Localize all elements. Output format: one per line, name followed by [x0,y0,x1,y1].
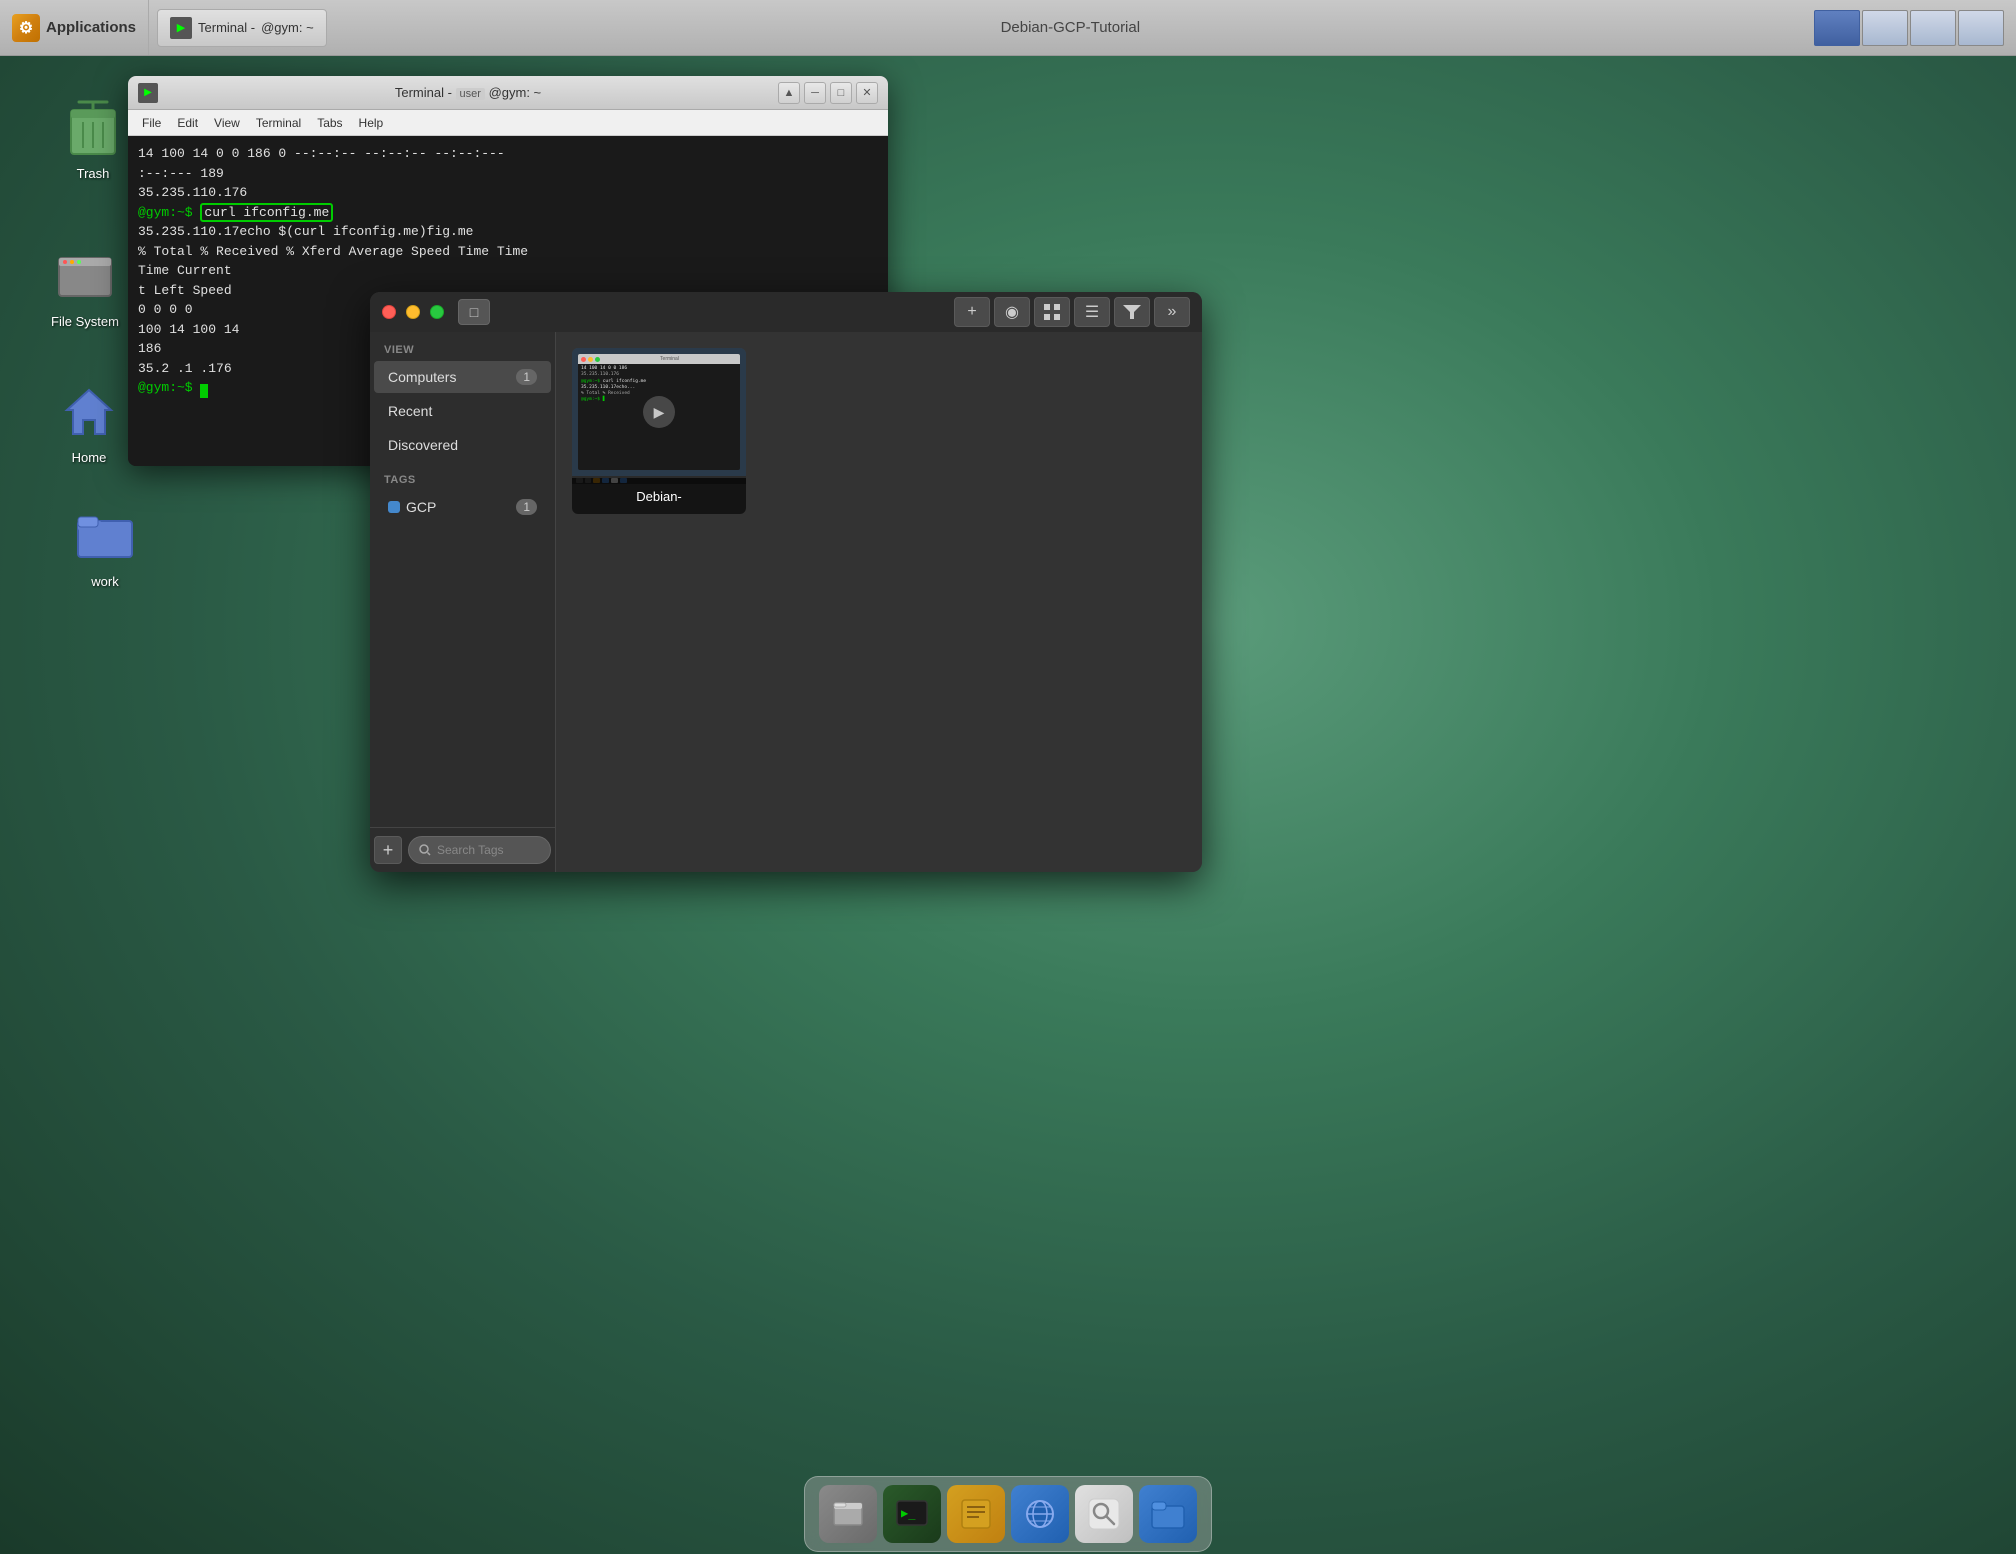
view-section-label: VIEW [370,332,555,360]
dock-notes[interactable] [947,1485,1005,1543]
filesystem-label: File System [51,314,119,329]
taskbar-terminal-label: Terminal - [198,20,255,35]
taskbar-title: Debian-GCP-Tutorial [327,19,1814,36]
menu-terminal[interactable]: Terminal [250,114,307,132]
window-close-button[interactable] [382,305,396,319]
filesystem-icon [53,244,117,308]
thumbnail-name: Debian- [636,489,682,504]
dock-network[interactable] [1011,1485,1069,1543]
terminal-line-3: 35.235.110.176 [138,183,878,203]
menu-help[interactable]: Help [353,114,390,132]
tags-section-label: TAGS [370,462,555,490]
terminal-menubar: File Edit View Terminal Tabs Help [128,110,888,136]
svg-text:▶_: ▶_ [901,1506,916,1520]
terminal-title-buttons: ▲ ─ □ ✕ [778,82,878,104]
sidebar-computers-badge: 1 [516,369,537,385]
window-minimize-button[interactable] [406,305,420,319]
search-icon [419,844,431,856]
trash-label: Trash [77,166,110,181]
terminal-maximize[interactable]: □ [830,82,852,104]
terminal-line-5: 35.235.110.17echo $(curl ifconfig.me)fig… [138,222,878,242]
dock-file-manager[interactable] [819,1485,877,1543]
add-connection-button[interactable]: + [954,297,990,327]
remmina-sidebar: VIEW Computers 1 Recent Discovered TAGS … [370,332,556,872]
terminal-line-4: @gym:~$ curl ifconfig.me [138,203,878,223]
terminal-titlebar: ▶ Terminal - user @gym: ~ ▲ ─ □ ✕ [128,76,888,110]
workspace-2[interactable] [1862,10,1908,46]
remmina-toolbar: + ◉ ☰ » [954,297,1190,327]
workspace-switcher [1814,10,2016,46]
terminal-line-2: :--:--- 189 [138,164,878,184]
applications-menu[interactable]: ⚙ Applications [0,0,149,55]
window-maximize-button[interactable] [430,305,444,319]
taskbar-top: ⚙ Applications ▶ Terminal - @gym: ~ Debi… [0,0,2016,56]
terminal-title-icon: ▶ [138,83,158,103]
sidebar-item-recent[interactable]: Recent [374,395,551,427]
terminal-line-6: % Total % Received % Xferd Average Speed… [138,242,878,262]
remmina-window: □ + ◉ ☰ » VIEW [370,292,1202,872]
dock: ▶_ [804,1476,1212,1552]
taskbar-bottom: ▶_ [0,1474,2016,1554]
workspace-4[interactable] [1958,10,2004,46]
sidebar-item-discovered[interactable]: Discovered [374,429,551,461]
search-tags-field[interactable]: Search Tags [408,836,551,864]
list-view-button[interactable]: ☰ [1074,297,1110,327]
desktop-icon-filesystem[interactable]: File System [40,244,130,329]
work-folder-icon [73,504,137,568]
trash-icon [61,96,125,160]
filter-button[interactable] [1114,297,1150,327]
add-tag-button[interactable]: + [374,836,402,864]
play-overlay: ▶ [643,396,675,428]
terminal-close[interactable]: ✕ [856,82,878,104]
taskbar-terminal-button[interactable]: ▶ Terminal - @gym: ~ [157,9,327,47]
sidebar-gcp-label: GCP [406,499,436,515]
sidebar-gcp-badge: 1 [516,499,537,515]
sidebar-item-computers[interactable]: Computers 1 [374,361,551,393]
dock-search[interactable] [1075,1485,1133,1543]
more-options-button[interactable]: » [1154,297,1190,327]
applications-label: Applications [46,19,136,36]
search-tags-placeholder: Search Tags [437,843,504,857]
workspace-3[interactable] [1910,10,1956,46]
menu-view[interactable]: View [208,114,246,132]
app-menu-icon: ⚙ [12,14,40,42]
computer-thumbnail-debian[interactable]: Terminal 14 100 14 0 0 186 35.235.110.17… [572,348,746,514]
home-icon [57,380,121,444]
terminal-line-7: Time Current [138,261,878,281]
terminal-minimize[interactable]: ─ [804,82,826,104]
thumbnail-screen: Terminal 14 100 14 0 0 186 35.235.110.17… [572,348,746,476]
taskbar-terminal-user: @gym: ~ [261,20,314,35]
sidebar-computers-label: Computers [388,369,456,385]
dock-folder[interactable] [1139,1485,1197,1543]
desktop-icon-trash[interactable]: Trash [48,96,138,181]
remmina-content: VIEW Computers 1 Recent Discovered TAGS … [370,332,1202,872]
workspace-1[interactable] [1814,10,1860,46]
view-connections-button[interactable]: ◉ [994,297,1030,327]
work-label: work [91,574,118,589]
sidebar-discovered-label: Discovered [388,437,458,453]
gcp-tag-color-icon [388,501,400,513]
menu-file[interactable]: File [136,114,167,132]
dock-terminal[interactable]: ▶_ [883,1485,941,1543]
menu-tabs[interactable]: Tabs [311,114,348,132]
terminal-scroll-up[interactable]: ▲ [778,82,800,104]
terminal-line-1: 14 100 14 0 0 186 0 --:--:-- --:--:-- --… [138,144,878,164]
sidebar-recent-label: Recent [388,403,432,419]
grid-view-button[interactable] [1034,297,1070,327]
desktop-icon-home[interactable]: Home [44,380,134,465]
sidebar-item-tag-gcp[interactable]: GCP 1 [374,491,551,523]
thumbnail-label: Debian- [572,478,746,514]
taskbar-terminal-icon: ▶ [170,17,192,39]
terminal-title: Terminal - user @gym: ~ [166,85,770,100]
remmina-main-area: Terminal 14 100 14 0 0 186 35.235.110.17… [556,332,1202,872]
home-label: Home [72,450,107,465]
desktop-icon-work[interactable]: work [60,504,150,589]
menu-edit[interactable]: Edit [171,114,204,132]
sidebar-bottom: + Search Tags [370,827,555,872]
remmina-view-toggle[interactable]: □ [458,299,490,325]
remmina-titlebar: □ + ◉ ☰ » [370,292,1202,332]
